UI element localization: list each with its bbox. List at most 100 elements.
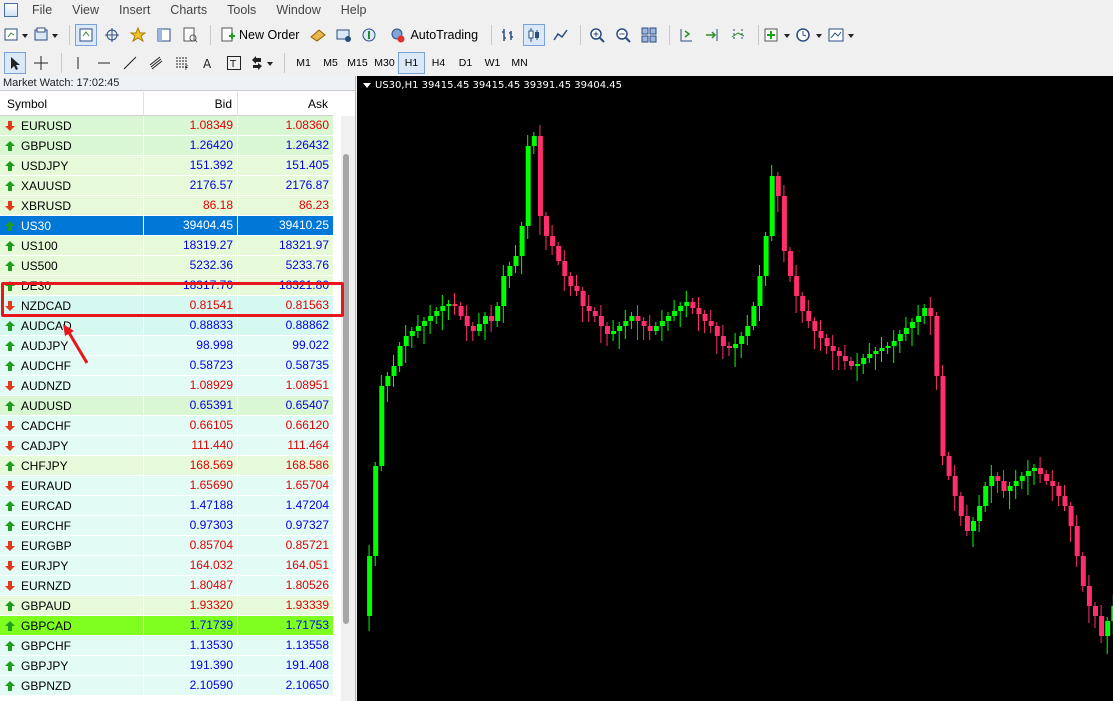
navigator-button[interactable]	[127, 24, 149, 46]
table-row[interactable]: EURCHF 0.97303 0.97327	[0, 516, 333, 536]
crosshair-button[interactable]	[30, 52, 52, 74]
market-button[interactable]	[359, 24, 381, 46]
scrollbar-thumb[interactable]	[343, 154, 349, 624]
table-row[interactable]: GBPCHF 1.13530 1.13558	[0, 636, 333, 656]
equidistant-channel-button[interactable]	[145, 52, 167, 74]
table-row[interactable]: AUDNZD 1.08929 1.08951	[0, 376, 333, 396]
signals-button[interactable]	[333, 24, 355, 46]
indicators-button[interactable]	[764, 24, 792, 46]
profiles-button[interactable]	[34, 24, 60, 46]
timeframe-m1-button[interactable]: M1	[290, 52, 317, 74]
new-order-button[interactable]: New Order	[216, 24, 303, 46]
column-header-ask[interactable]: Ask	[238, 92, 333, 115]
menu-window[interactable]: Window	[266, 3, 330, 17]
table-row[interactable]: EURAUD 1.65690 1.65704	[0, 476, 333, 496]
table-row[interactable]: EURNZD 1.80487 1.80526	[0, 576, 333, 596]
tile-windows-button[interactable]	[638, 24, 660, 46]
text-icon: A	[203, 57, 212, 71]
table-row[interactable]: GBPAUD 1.93320 1.93339	[0, 596, 333, 616]
candle-body	[397, 346, 403, 366]
autotrading-button[interactable]: AutoTrading	[385, 24, 482, 46]
menu-bar: File View Insert Charts Tools Window Hel…	[0, 0, 1113, 20]
timeframe-mn-button[interactable]: MN	[506, 52, 533, 74]
zoom-out-button[interactable]	[612, 24, 634, 46]
table-row[interactable]: AUDCHF 0.58723 0.58735	[0, 356, 333, 376]
svg-text:A: A	[203, 57, 212, 71]
table-row[interactable]: CADCHF 0.66105 0.66120	[0, 416, 333, 436]
timeframe-h4-button[interactable]: H4	[425, 52, 452, 74]
arrow-up-icon	[5, 260, 15, 271]
candle-body	[434, 311, 440, 316]
zoom-in-button[interactable]	[586, 24, 608, 46]
new-chart-button[interactable]	[4, 24, 30, 46]
terminal-button[interactable]	[153, 24, 175, 46]
column-header-bid[interactable]: Bid	[144, 92, 238, 115]
table-row[interactable]: AUDJPY 98.998 99.022	[0, 336, 333, 356]
table-row[interactable]: EURGBP 0.85704 0.85721	[0, 536, 333, 556]
vertical-line-button[interactable]	[67, 52, 89, 74]
timeframe-m30-button[interactable]: M30	[371, 52, 398, 74]
menu-insert[interactable]: Insert	[109, 3, 160, 17]
chart-shift-button[interactable]	[675, 24, 697, 46]
table-row[interactable]: XAUUSD 2176.57 2176.87	[0, 176, 333, 196]
symbol-cell: EURCHF	[0, 516, 144, 535]
timeframe-d1-button[interactable]: D1	[452, 52, 479, 74]
table-row[interactable]: CADJPY 111.440 111.464	[0, 436, 333, 456]
arrows-button[interactable]	[249, 52, 275, 74]
chart-menu-triangle-icon[interactable]	[363, 83, 371, 88]
menu-help[interactable]: Help	[331, 3, 377, 17]
table-row[interactable]: US30 39404.45 39410.25	[0, 216, 333, 236]
menu-view[interactable]: View	[62, 3, 109, 17]
table-row[interactable]: CHFJPY 168.569 168.586	[0, 456, 333, 476]
clock-icon	[796, 27, 823, 42]
line-chart-button[interactable]	[549, 24, 571, 46]
candlestick-button[interactable]	[523, 23, 546, 46]
table-row[interactable]: US100 18319.27 18321.97	[0, 236, 333, 256]
text-button[interactable]: A	[197, 52, 219, 74]
menu-charts[interactable]: Charts	[160, 3, 217, 17]
autoscroll-button[interactable]	[701, 24, 723, 46]
menu-file[interactable]: File	[22, 3, 62, 17]
table-row[interactable]: EURCAD 1.47188 1.47204	[0, 496, 333, 516]
candle-body	[519, 226, 525, 256]
market-watch-toggle-button[interactable]	[75, 23, 97, 46]
timeframe-w1-button[interactable]: W1	[479, 52, 506, 74]
trendline-button[interactable]	[119, 52, 141, 74]
horizontal-line-button[interactable]	[93, 52, 115, 74]
timeframe-h1-button[interactable]: H1	[398, 51, 425, 74]
table-row[interactable]: EURUSD 1.08349 1.08360	[0, 116, 333, 136]
table-row[interactable]: US500 5232.36 5233.76	[0, 256, 333, 276]
metaeditor-button[interactable]	[307, 24, 329, 46]
ask-cell: 2.10650	[285, 678, 329, 692]
market-watch-scrollbar[interactable]	[341, 116, 355, 701]
table-row[interactable]: GBPUSD 1.26420 1.26432	[0, 136, 333, 156]
periods-button[interactable]	[796, 24, 824, 46]
table-row[interactable]: AUDUSD 0.65391 0.65407	[0, 396, 333, 416]
bar-chart-icon	[502, 28, 514, 41]
candle-body	[489, 316, 495, 321]
table-row[interactable]: AUDCAD 0.88833 0.88862	[0, 316, 333, 336]
table-row[interactable]: DE30 18317.70 18321.80	[0, 276, 333, 296]
fibonacci-button[interactable]: F	[171, 52, 193, 74]
bar-chart-button[interactable]	[497, 24, 519, 46]
text-label-button[interactable]: T	[223, 52, 245, 74]
timeframe-m15-button[interactable]: M15	[344, 52, 371, 74]
symbol-cell: XBRUSD	[0, 196, 144, 215]
timeframe-m5-button[interactable]: M5	[317, 52, 344, 74]
chart-window-us30-h1[interactable]: US30,H1 39415.45 39415.45 39391.45 39404…	[357, 76, 1113, 701]
strategy-tester-button[interactable]	[179, 24, 201, 46]
table-row[interactable]: GBPCAD 1.71739 1.71753	[0, 616, 333, 636]
templates-button[interactable]	[828, 24, 856, 46]
table-row[interactable]: NZDCAD 0.81541 0.81563	[0, 296, 333, 316]
column-header-symbol[interactable]: Symbol	[0, 92, 144, 115]
table-row[interactable]: XBRUSD 86.18 86.23	[0, 196, 333, 216]
table-row[interactable]: GBPJPY 191.390 191.408	[0, 656, 333, 676]
table-row[interactable]: USDJPY 151.392 151.405	[0, 156, 333, 176]
cursor-button[interactable]	[4, 51, 26, 74]
data-window-button[interactable]	[101, 24, 123, 46]
table-row[interactable]: EURJPY 164.032 164.051	[0, 556, 333, 576]
table-row[interactable]: GBPNZD 2.10590 2.10650	[0, 676, 333, 696]
menu-tools[interactable]: Tools	[217, 3, 266, 17]
period-separators-button[interactable]	[727, 24, 749, 46]
candlestick-chart[interactable]	[357, 76, 1113, 701]
